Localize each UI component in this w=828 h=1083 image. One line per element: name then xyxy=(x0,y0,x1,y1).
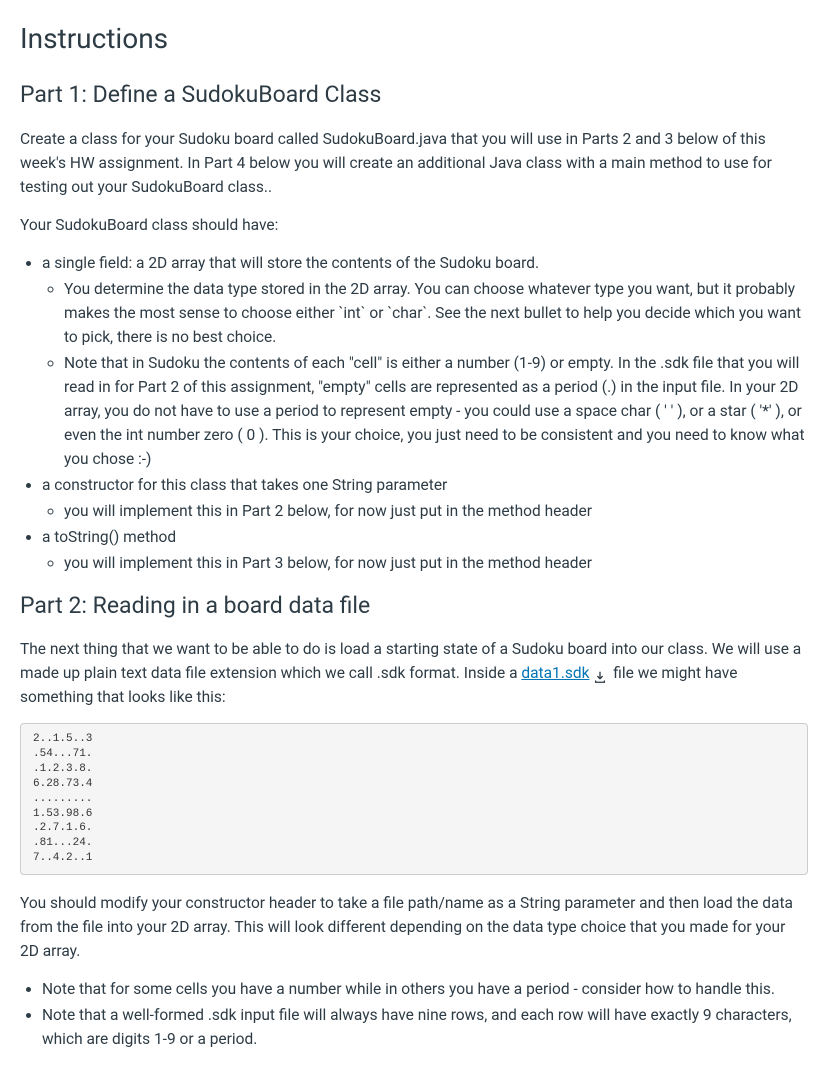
list-item: Note that for some cells you have a numb… xyxy=(42,977,808,1001)
list-item: Note that a well-formed .sdk input file … xyxy=(42,1003,808,1051)
list-item: a constructor for this class that takes … xyxy=(42,473,808,523)
code-block: 2..1.5..3 .54...71. .1.2.3.8. 6.28.73.4 … xyxy=(20,723,808,875)
part1-list: a single field: a 2D array that will sto… xyxy=(20,251,808,575)
list-item: Note that in Sudoku the contents of each… xyxy=(64,351,808,471)
list-item: a single field: a 2D array that will sto… xyxy=(42,251,808,471)
part1-paragraph1: Create a class for your Sudoku board cal… xyxy=(20,127,808,199)
instructions-heading: Instructions xyxy=(20,18,808,60)
part1-paragraph2: Your SudokuBoard class should have: xyxy=(20,213,808,237)
part2-heading: Part 2: Reading in a board data file xyxy=(20,589,808,624)
list-item: you will implement this in Part 3 below,… xyxy=(64,551,808,575)
list-item-text: a toString() method xyxy=(42,528,176,546)
part2-notes-list: Note that for some cells you have a numb… xyxy=(20,977,808,1051)
list-item: a toString() method you will implement t… xyxy=(42,525,808,575)
part1-heading: Part 1: Define a SudokuBoard Class xyxy=(20,78,808,113)
list-item-text: a constructor for this class that takes … xyxy=(42,476,447,494)
part2-paragraph2: You should modify your constructor heade… xyxy=(20,891,808,963)
data-file-link[interactable]: data1.sdk xyxy=(521,664,589,682)
list-item-text: a single field: a 2D array that will sto… xyxy=(42,254,539,272)
download-icon[interactable] xyxy=(593,667,607,681)
list-item: You determine the data type stored in th… xyxy=(64,277,808,349)
list-item: you will implement this in Part 2 below,… xyxy=(64,499,808,523)
part2-paragraph1: The next thing that we want to be able t… xyxy=(20,637,808,709)
